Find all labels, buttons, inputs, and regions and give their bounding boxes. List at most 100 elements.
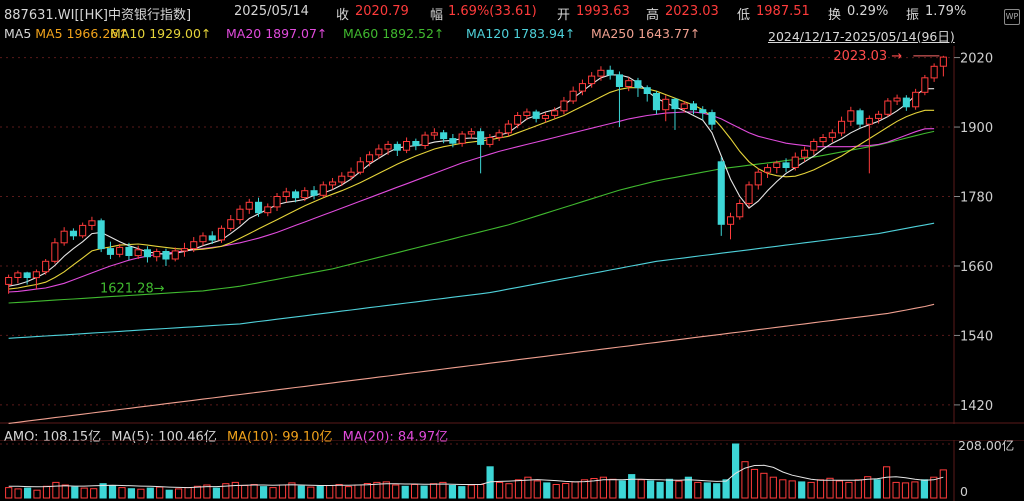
- volume-bar-up: [826, 477, 834, 499]
- candle-up: [736, 203, 744, 218]
- change-value: 1.69%(33.61): [448, 4, 537, 19]
- volume-bar-up: [278, 484, 287, 499]
- ma60-legend: MA60 1892.52↑: [343, 26, 445, 41]
- amplitude-label: 振: [906, 8, 920, 23]
- candle-up: [384, 143, 392, 150]
- volume-bar-up: [175, 488, 183, 499]
- volume-bar-up: [496, 481, 504, 499]
- date-range-selector[interactable]: 2024/12/17-2025/05/14(96日): [768, 26, 955, 45]
- candle-down: [69, 230, 78, 237]
- high-value: 2023.03: [665, 4, 719, 19]
- candle-up: [116, 246, 124, 255]
- candle-up: [930, 65, 938, 79]
- candle-up: [504, 123, 512, 134]
- candle-up: [60, 230, 68, 244]
- candle-up: [42, 260, 50, 273]
- candle-down: [782, 162, 790, 169]
- vol-tick-label: 0: [960, 484, 968, 499]
- candle-down: [634, 80, 642, 89]
- open-label: 开: [557, 8, 571, 23]
- volume-bar-up: [901, 482, 910, 499]
- y-tick-label: 1900: [960, 121, 993, 136]
- candle-up: [754, 171, 762, 186]
- candle-up: [134, 249, 142, 257]
- volume-bar-down: [665, 478, 674, 499]
- volume-bar-down: [713, 483, 721, 499]
- volume-bar-up: [788, 480, 796, 499]
- candle-down: [652, 93, 661, 111]
- volume-bar-up: [750, 468, 759, 499]
- amplitude-value: 1.79%: [925, 4, 967, 19]
- candle-down: [143, 249, 151, 258]
- candle-down: [106, 248, 115, 255]
- candle-up: [245, 201, 253, 210]
- volume-bar-up: [118, 487, 126, 499]
- volume-bar-down: [722, 479, 730, 499]
- candle-up: [51, 242, 59, 262]
- wp-icon[interactable]: WP: [1004, 9, 1020, 25]
- candle-up: [486, 137, 494, 145]
- volume-bar-up: [835, 480, 843, 499]
- candle-down: [97, 220, 105, 250]
- candle-up: [329, 181, 337, 186]
- candle-up: [356, 161, 364, 173]
- ma120-legend: MA120 1783.94↑: [466, 26, 576, 41]
- volume-bar-up: [552, 484, 560, 499]
- candle-up: [301, 190, 309, 199]
- candle-up: [810, 141, 818, 151]
- candle-up: [523, 111, 531, 116]
- volume-bar-up: [156, 486, 164, 499]
- candle-up: [875, 113, 883, 119]
- candle-up: [5, 277, 13, 285]
- y-tick-label: 1540: [960, 329, 993, 344]
- volume-bar-down: [165, 489, 173, 499]
- volume-bar-up: [326, 485, 334, 499]
- candle-up: [227, 219, 235, 229]
- candle-up: [560, 100, 568, 112]
- min-price-label: 1621.28→: [100, 281, 165, 296]
- candle-up: [403, 141, 411, 151]
- volume-bar-up: [883, 466, 891, 499]
- candle-up: [838, 120, 846, 134]
- volume-bar-up: [637, 479, 645, 499]
- candle-up: [921, 77, 929, 93]
- max-price-label: 2023.03 →: [833, 49, 902, 64]
- candle-up: [884, 100, 892, 115]
- volume-bar-up: [80, 487, 88, 499]
- volume-bar-up: [911, 481, 919, 499]
- candle-up: [514, 115, 522, 125]
- volume-bar-down: [448, 485, 456, 499]
- candle-up: [190, 241, 198, 250]
- candle-up: [791, 156, 799, 168]
- candle-up: [727, 216, 735, 225]
- close-label: 收: [336, 8, 350, 23]
- vol-tick-label: 208.00亿: [958, 440, 1014, 453]
- index-code: 887631.WI[[HK]中资银行指数]: [4, 8, 192, 23]
- volume-bar-up: [571, 481, 579, 499]
- volume-bar-up: [477, 484, 485, 499]
- candle-down: [255, 201, 263, 214]
- open-value: 1993.63: [576, 4, 630, 19]
- volume-bar-up: [392, 484, 400, 499]
- volume-bar-up: [411, 484, 419, 499]
- candle-down: [440, 132, 448, 140]
- volume-bar-up: [184, 487, 192, 499]
- candle-up: [597, 69, 605, 77]
- candle-up: [153, 251, 161, 258]
- volume-bar-up: [52, 481, 60, 499]
- candle-up: [347, 171, 355, 177]
- candlestick-chart[interactable]: 2020 1900 1780 1660 1540 1420 2023.03 → 1621.28…: [0, 46, 1024, 424]
- volume-bar-up: [5, 487, 13, 499]
- volume-bar-up: [892, 481, 900, 499]
- volume-bar-down: [420, 485, 428, 499]
- volume-bar-up: [363, 483, 371, 499]
- candle-up: [338, 175, 346, 183]
- volume-bar-down: [618, 480, 626, 499]
- quote-date: 2025/05/14: [234, 4, 309, 19]
- candle-down: [310, 190, 318, 196]
- volume-bar-up: [760, 472, 768, 499]
- volume-chart[interactable]: 208.00亿 0: [0, 440, 1024, 501]
- candle-down: [125, 246, 133, 256]
- candle-up: [551, 110, 559, 116]
- close-value: 2020.79: [355, 4, 409, 19]
